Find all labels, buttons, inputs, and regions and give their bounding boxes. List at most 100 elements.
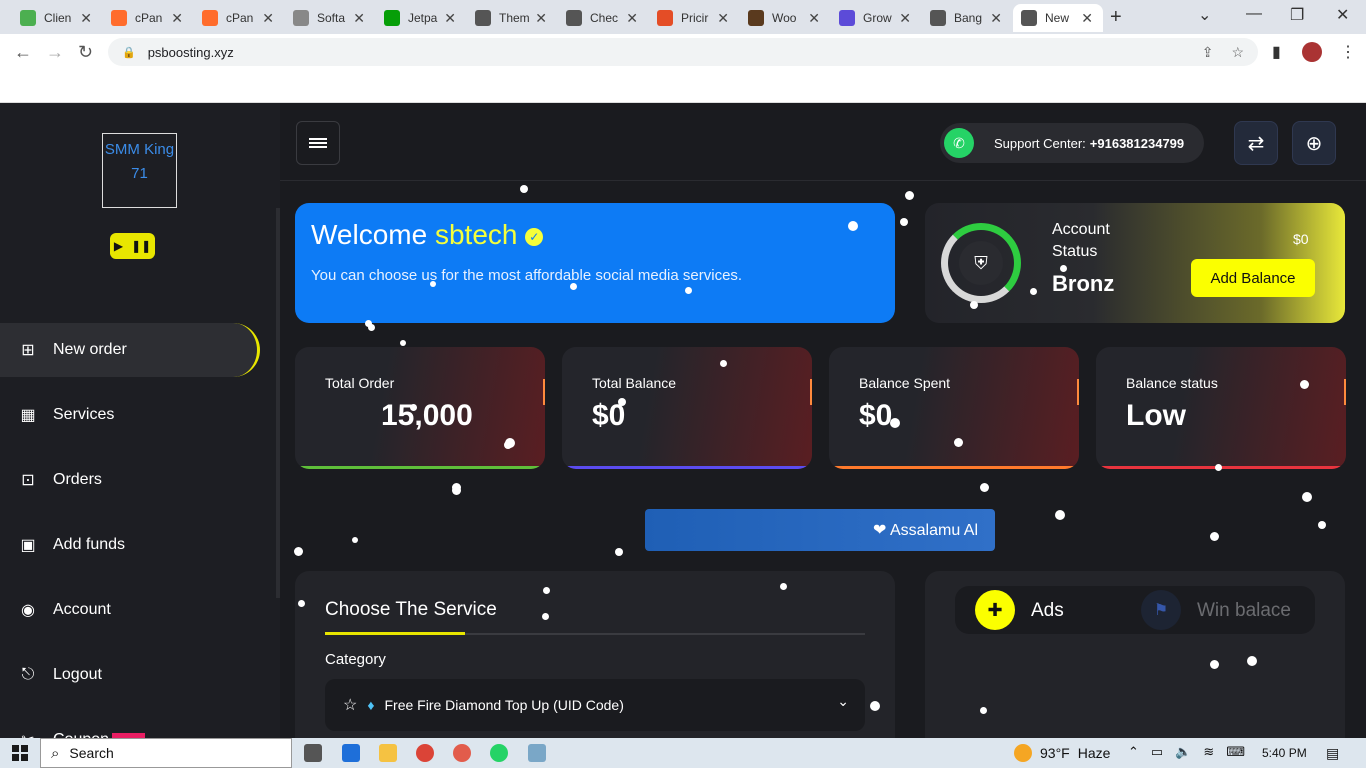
- battery-icon[interactable]: ▭: [1151, 744, 1163, 760]
- currency-switch-button[interactable]: ⇄: [1234, 121, 1278, 165]
- chrome-icon[interactable]: [416, 744, 434, 762]
- tab-close-icon[interactable]: ✕: [1081, 10, 1093, 27]
- browser-tab-label: Bang: [954, 11, 983, 25]
- snow-particle: [1302, 492, 1312, 502]
- notification-icon[interactable]: ▤: [1326, 745, 1339, 762]
- tab-close-icon[interactable]: ✕: [535, 10, 547, 27]
- wifi-icon[interactable]: ≋: [1203, 744, 1214, 760]
- whatsapp-taskbar-icon[interactable]: [490, 744, 508, 762]
- plus-square-icon: ⊞: [21, 342, 35, 359]
- tab-close-icon[interactable]: ✕: [444, 10, 456, 27]
- file-explorer-icon[interactable]: [379, 744, 397, 762]
- stat-edge-accent: [1344, 379, 1346, 405]
- sidebar-item-account[interactable]: ◉ Account: [0, 583, 260, 637]
- close-window-icon[interactable]: ✕: [1336, 5, 1349, 25]
- hamburger-menu-button[interactable]: [296, 121, 340, 165]
- profile-avatar[interactable]: [1302, 42, 1322, 62]
- globe-icon: [475, 10, 491, 26]
- windows-start-icon[interactable]: [12, 745, 28, 761]
- share-icon[interactable]: ⇪: [1202, 44, 1214, 61]
- bookmark-bar: [0, 70, 1366, 103]
- sidebar-item-new-order[interactable]: ⊞ New order: [0, 323, 260, 377]
- sidebar-item-services[interactable]: ▦ Services: [0, 388, 260, 442]
- welcome-heading: Welcome sbtech ✓: [311, 219, 879, 251]
- tab-close-icon[interactable]: ✕: [899, 10, 911, 27]
- tab-close-icon[interactable]: ✕: [353, 10, 365, 27]
- stat-label: Balance status: [1126, 375, 1218, 391]
- weather-condition: Haze: [1077, 745, 1111, 761]
- browser-tab[interactable]: Woo ✕: [740, 4, 830, 32]
- url-bar[interactable]: 🔒 psboosting.xyz ⇪ ☆: [108, 38, 1258, 66]
- browser-tab-label: Pricir: [681, 11, 709, 25]
- tab-ads[interactable]: Ads: [1031, 600, 1064, 622]
- ads-icon[interactable]: ✚: [975, 590, 1015, 630]
- volume-icon[interactable]: 🔈: [1175, 744, 1191, 760]
- bookmark-star-icon[interactable]: ☆: [1231, 44, 1244, 61]
- cpanel-client-icon: [20, 10, 36, 26]
- browser-tab[interactable]: Clien ✕: [12, 4, 102, 32]
- minimize-icon[interactable]: —: [1246, 5, 1262, 23]
- site-logo[interactable]: SMM King 71: [102, 133, 177, 208]
- browser-tab-label: Clien: [44, 11, 72, 25]
- language-button[interactable]: ⊕: [1292, 121, 1336, 165]
- side-panel-icon[interactable]: ▮: [1272, 42, 1281, 62]
- back-icon[interactable]: ←: [14, 42, 32, 63]
- tab-close-icon[interactable]: ✕: [808, 10, 820, 27]
- tab-close-icon[interactable]: ✕: [262, 10, 274, 27]
- browser-tab[interactable]: New ✕: [1013, 4, 1103, 32]
- browser-tab[interactable]: Them ✕: [467, 4, 557, 32]
- browser-tab[interactable]: Pricir ✕: [649, 4, 739, 32]
- browser-tab-label: New: [1045, 11, 1070, 25]
- browser-tab-label: cPan: [226, 11, 254, 25]
- sidebar-item-add-funds[interactable]: ▣ Add funds: [0, 518, 260, 572]
- stat-card: Balance status Low: [1096, 347, 1346, 469]
- browser-tab[interactable]: Grow ✕: [831, 4, 921, 32]
- browser-tab[interactable]: cPan ✕: [103, 4, 193, 32]
- browser-tab[interactable]: cPan ✕: [194, 4, 284, 32]
- flag-icon[interactable]: ⚑: [1141, 590, 1181, 630]
- stat-value: $0: [859, 399, 893, 432]
- tab-choose-service[interactable]: Choose The Service: [325, 599, 497, 621]
- menu-dots-icon[interactable]: ⋮: [1340, 42, 1356, 62]
- browser-tab[interactable]: Jetpa ✕: [376, 4, 466, 32]
- tab-close-icon[interactable]: ✕: [990, 10, 1002, 27]
- snow-particle: [980, 483, 989, 492]
- keyboard-icon[interactable]: ⌨: [1226, 744, 1245, 760]
- add-balance-button[interactable]: Add Balance: [1191, 259, 1315, 297]
- browser-tab[interactable]: Bang ✕: [922, 4, 1012, 32]
- tab-search-icon[interactable]: ⌄: [1198, 5, 1211, 25]
- coupon-icon: ✂: [18, 730, 38, 738]
- support-center[interactable]: ✆ Support Center: +916381234799: [940, 123, 1204, 163]
- browser-tab[interactable]: Softa ✕: [285, 4, 375, 32]
- logout-icon: ⎋: [21, 666, 35, 683]
- task-view-icon[interactable]: [304, 744, 322, 762]
- ads-card: ✚ Ads ⚑ Win balace: [925, 571, 1345, 738]
- notepad-icon[interactable]: [528, 744, 546, 762]
- browser-tab-label: Jetpa: [408, 11, 438, 25]
- weather-widget[interactable]: 93°F Haze: [1014, 744, 1110, 762]
- pause-icon: ❚❚: [131, 239, 152, 253]
- browser-tab[interactable]: Chec ✕: [558, 4, 648, 32]
- audio-player-button[interactable]: ▶ ❚❚: [110, 233, 155, 259]
- restore-icon[interactable]: ❐: [1290, 5, 1304, 25]
- tab-close-icon[interactable]: ✕: [626, 10, 638, 27]
- snow-particle: [954, 438, 963, 447]
- chrome-profile-icon[interactable]: [453, 744, 471, 762]
- stat-label: Total Balance: [592, 375, 677, 391]
- sidebar-item-orders[interactable]: ⊡ Orders: [0, 453, 260, 507]
- category-select[interactable]: ☆ ♦ Free Fire Diamond Top Up (UID Code) …: [325, 679, 865, 731]
- sidebar-item-logout[interactable]: ⎋ Logout: [0, 648, 260, 702]
- store-icon[interactable]: [342, 744, 360, 762]
- star-icon: ☆: [343, 697, 358, 714]
- taskbar-search[interactable]: ⌕ Search: [40, 738, 292, 768]
- tab-close-icon[interactable]: ✕: [80, 10, 92, 27]
- reload-icon[interactable]: ↻: [78, 42, 93, 63]
- tab-close-icon[interactable]: ✕: [171, 10, 183, 27]
- browser-tab-label: Chec: [590, 11, 619, 25]
- forward-icon[interactable]: →: [46, 42, 64, 63]
- clock[interactable]: 5:40 PM: [1262, 746, 1307, 760]
- new-tab-button[interactable]: +: [1110, 6, 1122, 29]
- tab-win-balance[interactable]: Win balace: [1197, 600, 1291, 622]
- tab-close-icon[interactable]: ✕: [717, 10, 729, 27]
- chevron-up-icon[interactable]: ⌃: [1128, 744, 1139, 760]
